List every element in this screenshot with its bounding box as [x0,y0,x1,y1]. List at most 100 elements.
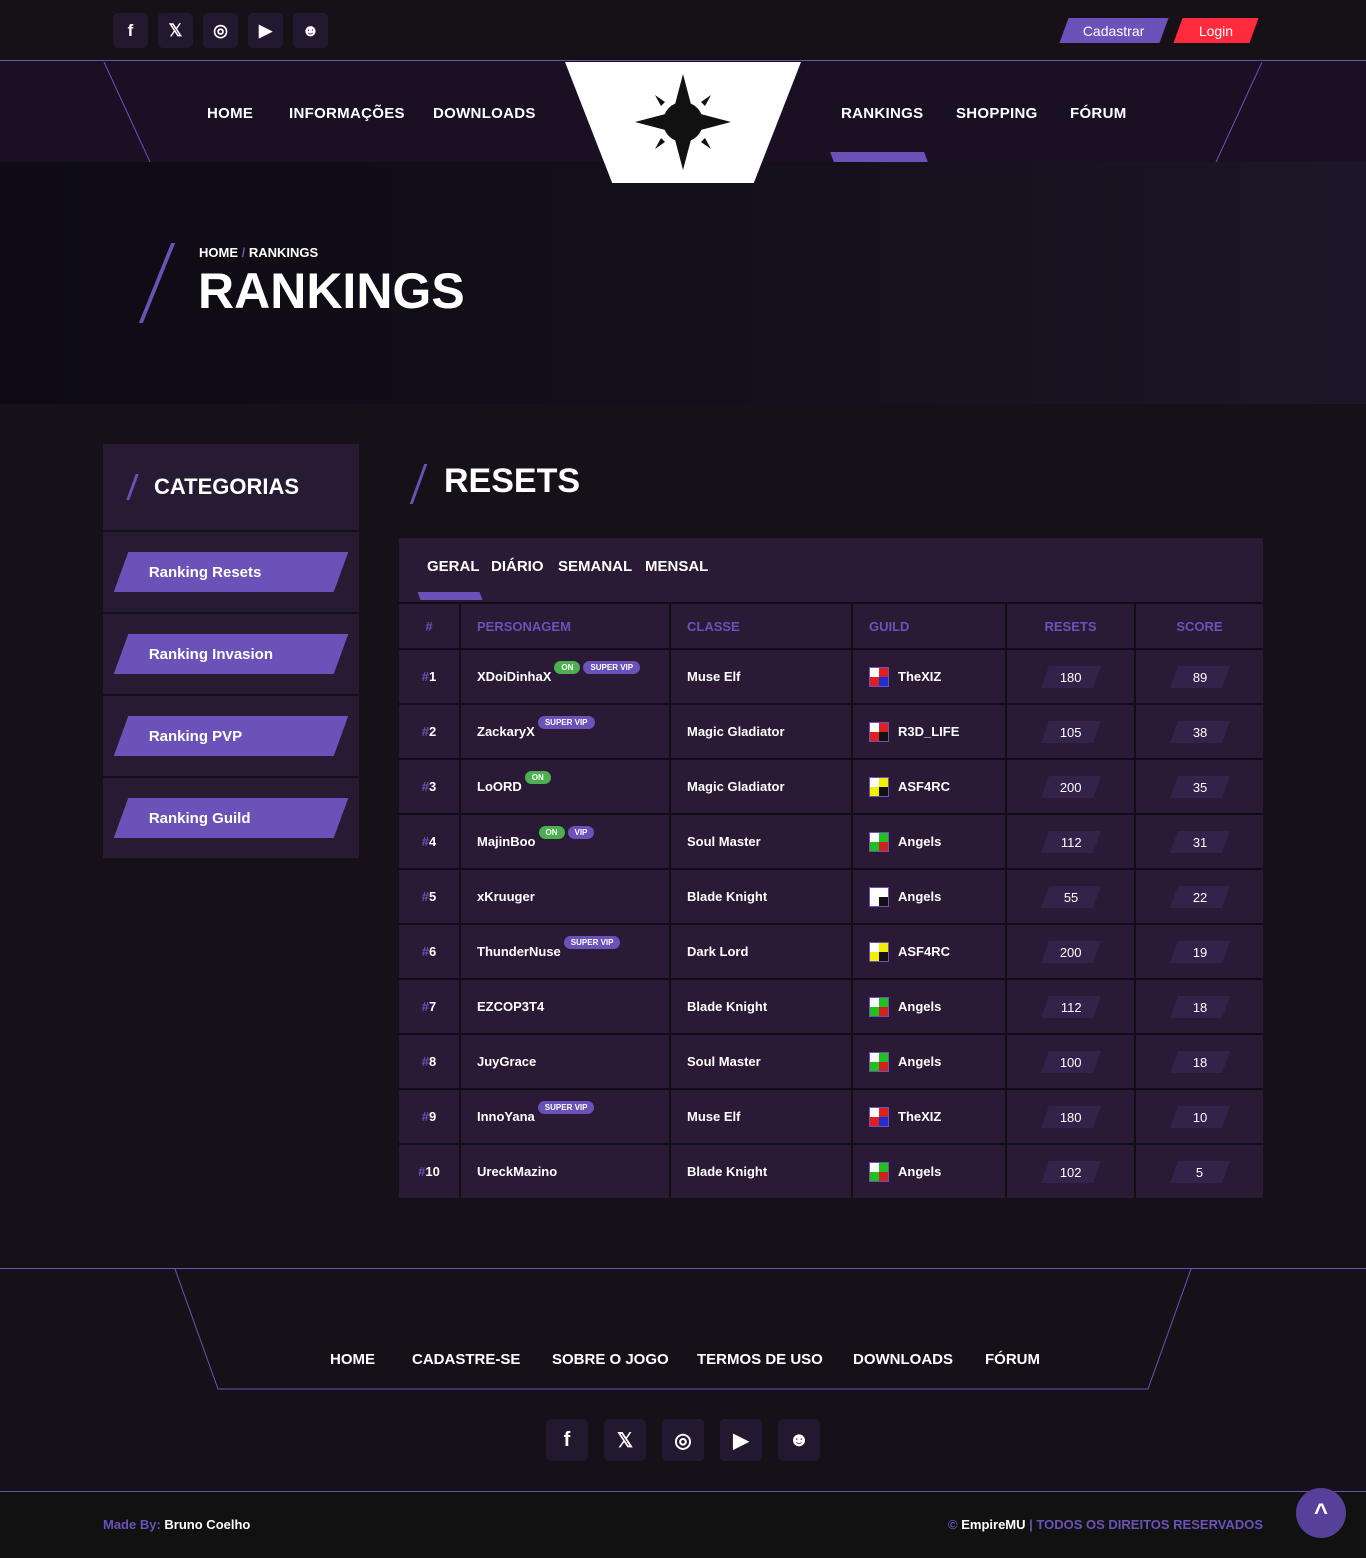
youtube-link[interactable]: ▶ [248,13,283,48]
tab-diário[interactable]: DIÁRIO [491,558,544,575]
rank-hash: # [421,724,429,739]
bottom-bar: Made By: Bruno Coelho © EmpireMU | TODOS… [0,1491,1366,1558]
login-button[interactable]: Login [1173,18,1259,43]
register-button[interactable]: Cadastrar [1059,18,1169,43]
footer-link-5[interactable]: FÓRUM [985,1351,1040,1368]
nav-shopping[interactable]: SHOPPING [956,105,1038,122]
guild-name[interactable]: Angels [898,1164,941,1179]
sidebar-item-ranking-resets[interactable]: Ranking Resets [113,552,349,592]
value-text: 100 [1059,1054,1082,1069]
rank-hash: # [418,1164,426,1179]
sidebar-item-ranking-pvp[interactable]: Ranking PVP [113,716,349,756]
resets-value: 55 [1040,885,1101,908]
character-name[interactable]: JuyGrace [477,1054,536,1069]
table-cell: 19 [1136,925,1263,978]
table-cell: 180 [1007,650,1134,703]
sidebar-item-wrap: Ranking Guild [103,778,359,858]
nav-active-indicator [830,152,928,162]
footer-link-4[interactable]: DOWNLOADS [853,1351,953,1368]
character-name[interactable]: ThunderNuse [477,944,561,959]
instagram-link[interactable]: ◎ [203,13,238,48]
made-by-author[interactable]: Bruno Coelho [164,1517,250,1532]
table-cell: #7 [399,980,459,1033]
guild-emblem-icon [869,1161,889,1182]
nav-rankings[interactable]: RANKINGS [841,105,923,122]
nav-home[interactable]: HOME [207,105,253,122]
value-text: 31 [1192,834,1207,849]
value-text: 18 [1192,1054,1207,1069]
character-class: Magic Gladiator [687,779,785,794]
guild-name[interactable]: ASF4RC [898,944,950,959]
value-text: 200 [1059,944,1082,959]
footer-link-1[interactable]: CADASTRE-SE [412,1351,520,1368]
character-name[interactable]: UreckMazino [477,1164,557,1179]
table-cell: #10 [399,1145,459,1198]
character-name[interactable]: LoORD [477,779,522,794]
resets-value: 105 [1040,720,1101,743]
value-text: 200 [1059,779,1082,794]
column-label: SCORE [1176,618,1223,634]
table-cell: 200 [1007,925,1134,978]
table-cell: Angels [853,870,1005,923]
footer-link-3[interactable]: TERMOS DE USO [697,1351,823,1368]
nav-fórum[interactable]: FÓRUM [1070,105,1127,122]
rank-number: 5 [429,889,437,904]
back-to-top-button[interactable]: ^ [1296,1488,1346,1538]
guild-name[interactable]: Angels [898,999,941,1014]
guild-name[interactable]: TheXIZ [898,1109,941,1124]
score-value: 18 [1169,1050,1230,1073]
table-cell: #6 [399,925,459,978]
sidebar-title: CATEGORIAS [154,474,300,499]
table-cell: ASF4RC [853,760,1005,813]
character-name[interactable]: EZCOP3T4 [477,999,544,1014]
guild-name[interactable]: ASF4RC [898,779,950,794]
brand-name: EmpireMU [961,1517,1026,1532]
footer-x-link[interactable]: 𝕏 [604,1419,646,1461]
character-name[interactable]: MajinBoo [477,834,536,849]
guild-name[interactable]: Angels [898,889,941,904]
footer-youtube-link[interactable]: ▶ [720,1419,762,1461]
table-cell: InnoYana SUPER VIP [461,1090,669,1143]
character-name[interactable]: XDoiDinhaX [477,669,551,684]
rank-hash: # [421,779,429,794]
x-link[interactable]: 𝕏 [158,13,193,48]
footer-discord-link[interactable]: ☻ [778,1419,820,1461]
value-text: 55 [1063,889,1078,904]
tab-semanal[interactable]: SEMANAL [558,558,632,575]
tab-mensal[interactable]: MENSAL [645,558,708,575]
nav-informações[interactable]: INFORMAÇÕES [289,105,405,122]
character-name[interactable]: InnoYana [477,1109,535,1124]
table-cell: TheXIZ [853,1090,1005,1143]
score-value: 38 [1169,720,1230,743]
sidebar-item-label: Ranking Invasion [149,645,274,663]
value-text: 180 [1059,669,1082,684]
guild-name[interactable]: Angels [898,834,941,849]
rank-number: 8 [429,1054,437,1069]
sidebar-item-ranking-invasion[interactable]: Ranking Invasion [113,634,349,674]
facebook-link[interactable]: f [113,13,148,48]
footer-link-2[interactable]: SOBRE O JOGO [552,1351,669,1368]
value-text: 89 [1192,669,1207,684]
guild-name[interactable]: Angels [898,1054,941,1069]
value-text: 35 [1192,779,1207,794]
resets-value: 180 [1040,665,1101,688]
section-title: RESETS [444,462,581,500]
footer-link-0[interactable]: HOME [330,1351,375,1368]
character-class: Muse Elf [687,669,741,684]
table-cell: #8 [399,1035,459,1088]
guild-name[interactable]: TheXIZ [898,669,941,684]
discord-link[interactable]: ☻ [293,13,328,48]
character-name[interactable]: ZackaryX [477,724,535,739]
breadcrumb-home[interactable]: HOME [199,245,238,260]
score-value: 19 [1169,940,1230,963]
footer-instagram-link[interactable]: ◎ [662,1419,704,1461]
tab-geral[interactable]: GERAL [427,558,480,575]
rank-hash: # [421,834,429,849]
column-header: PERSONAGEM [461,604,669,648]
guild-name[interactable]: R3D_LIFE [898,724,959,739]
character-name[interactable]: xKruuger [477,889,535,904]
table-cell: ZackaryX SUPER VIP [461,705,669,758]
nav-downloads[interactable]: DOWNLOADS [433,105,536,122]
footer-facebook-link[interactable]: f [546,1419,588,1461]
sidebar-item-ranking-guild[interactable]: Ranking Guild [113,798,349,838]
